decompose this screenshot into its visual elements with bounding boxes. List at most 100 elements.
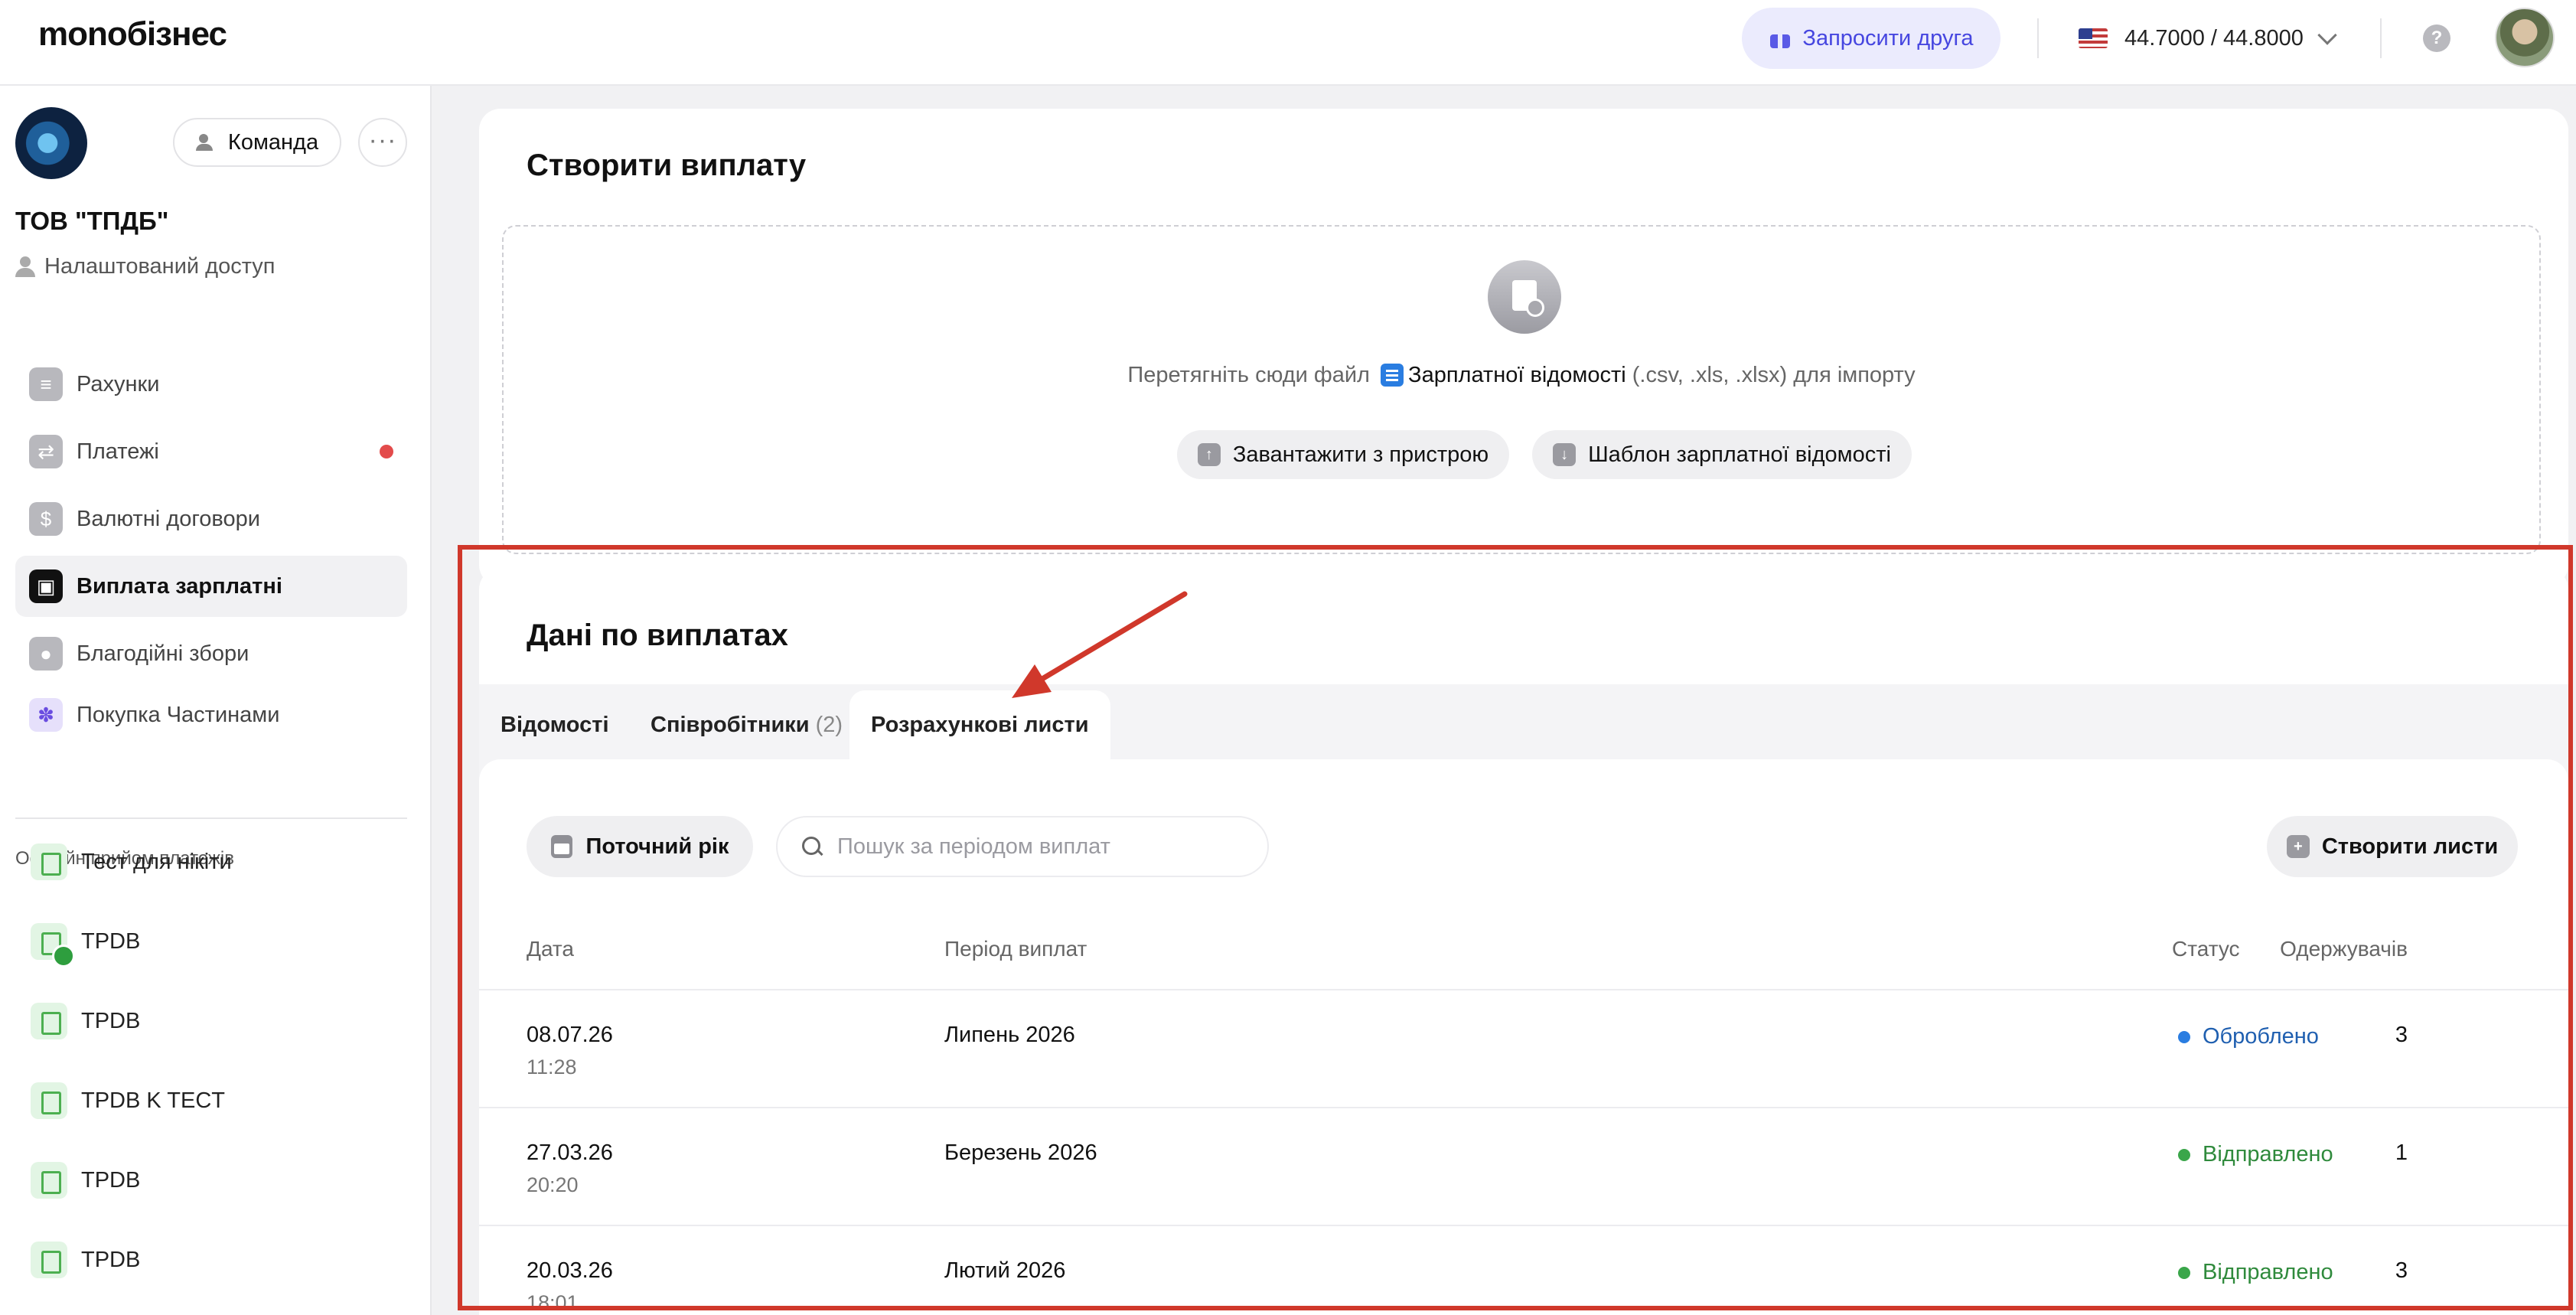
- organization-avatar[interactable]: [15, 107, 87, 179]
- create-payslips-button[interactable]: + Створити листи: [2267, 816, 2518, 877]
- monobusiness-logo[interactable]: monoбізнес: [38, 15, 227, 54]
- people-icon: [195, 134, 219, 151]
- file-upload-icon: [1488, 260, 1561, 334]
- terminal-item[interactable]: TPDB: [31, 1237, 413, 1283]
- team-button[interactable]: Команда: [173, 118, 341, 167]
- create-payslips-label: Створити листи: [2321, 834, 2499, 859]
- search-input[interactable]: [837, 834, 1235, 860]
- qr-terminal-icon: [31, 843, 67, 880]
- terminal-android-icon: [31, 923, 75, 967]
- upload-button-label: Завантажити з пристрою: [1232, 442, 1489, 467]
- sidebar-item-label: Благодійні збори: [77, 641, 249, 666]
- table-row[interactable]: 27.03.26 20:20 Березень 2026 1 Відправле…: [479, 1107, 2568, 1225]
- qr-terminal-icon: [31, 1242, 67, 1278]
- tab-employees[interactable]: Співробітники (2): [629, 690, 864, 759]
- terminal-item[interactable]: TPDB: [31, 919, 413, 967]
- upload-from-device-button[interactable]: ↑ Завантажити з пристрою: [1177, 430, 1509, 479]
- status-dot: [2178, 1266, 2190, 1279]
- download-arrow-icon: ↓: [1553, 443, 1577, 466]
- table-row[interactable]: 20.03.26 18:01 Лютий 2026 3 Відправлено: [479, 1225, 2568, 1315]
- person-settings-icon: [15, 256, 35, 278]
- column-header-date[interactable]: Дата: [527, 937, 574, 961]
- dollar-doc-icon: $: [29, 502, 63, 536]
- payslips-panel: Поточний рік + Створити листи Дата Періо…: [479, 759, 2568, 1315]
- terminal-item[interactable]: Тест для нікіти: [31, 839, 413, 885]
- calendar-icon: [550, 835, 572, 858]
- spreadsheet-icon: [1381, 364, 1404, 387]
- us-flag-icon: [2079, 28, 2108, 48]
- sidebar-item-label: Покупка Частинами: [77, 702, 280, 727]
- more-options-button[interactable]: ···: [358, 118, 407, 167]
- organization-name: ТОВ "ТПДБ": [15, 207, 169, 235]
- sidebar-item-charity[interactable]: ● Благодійні збори: [15, 623, 407, 684]
- date-value: 08.07.26: [527, 1023, 613, 1047]
- create-payout-title: Створити виплату: [527, 148, 807, 182]
- user-avatar[interactable]: [2495, 8, 2555, 67]
- help-icon[interactable]: ?: [2423, 24, 2450, 52]
- tab-label: Розрахункові листи: [871, 712, 1089, 737]
- payout-data-title: Дані по виплатах: [527, 618, 788, 652]
- search-field[interactable]: [776, 816, 1269, 877]
- sidebar-item-installments[interactable]: ✽ Покупка Частинами: [15, 684, 407, 746]
- terminal-item[interactable]: TPDB: [31, 998, 413, 1044]
- table-row[interactable]: 08.07.26 11:28 Липень 2026 3 Оброблено: [479, 989, 2568, 1107]
- team-label: Команда: [227, 129, 319, 155]
- status-label: Відправлено: [2203, 1142, 2333, 1167]
- status-label: Відправлено: [2203, 1260, 2333, 1284]
- terminal-label: Тест для нікіти: [81, 849, 232, 874]
- sidebar-item-currency-contracts[interactable]: $ Валютні договори: [15, 488, 407, 550]
- sidebar-item-payments[interactable]: ⇄ Платежі: [15, 421, 407, 482]
- currency-rates-dropdown[interactable]: 44.7000 / 44.8000: [2079, 18, 2337, 58]
- sidebar-item-label: Виплата зарплатні: [77, 573, 282, 599]
- terminal-label: TPDB: [81, 928, 141, 954]
- terminal-item[interactable]: TPDB K TECT: [31, 1078, 413, 1124]
- divider: [2037, 18, 2039, 58]
- period-cell: Березень 2026: [944, 1140, 1097, 1165]
- column-header-period[interactable]: Період виплат: [944, 937, 1087, 961]
- sidebar-item-accounts[interactable]: ≡ Рахунки: [15, 354, 407, 415]
- tab-count: (2): [815, 712, 843, 737]
- tab-payslips[interactable]: Розрахункові листи: [849, 690, 1110, 759]
- drop-text-suffix: (.csv, .xls, .xlsx) для імпорту: [1632, 363, 1916, 387]
- time-value: 20:20: [527, 1173, 579, 1196]
- column-header-status[interactable]: Статус: [2172, 937, 2240, 961]
- wallet-icon: ▣: [29, 569, 63, 603]
- tab-label: Відомості: [501, 712, 609, 737]
- paw-icon: ✽: [29, 698, 63, 732]
- qr-terminal-icon: [31, 1162, 67, 1199]
- terminal-label: TPDB: [81, 1167, 141, 1193]
- file-dropzone[interactable]: Перетягніть сюди файл Зарплатної відомос…: [502, 225, 2541, 554]
- period-cell: Липень 2026: [944, 1023, 1075, 1047]
- search-icon: [801, 835, 823, 858]
- sidebar: Команда ··· ТОВ "ТПДБ" Налаштований дост…: [0, 86, 432, 1315]
- status-label: Оброблено: [2203, 1024, 2319, 1049]
- terminal-item[interactable]: TPDB: [31, 1157, 413, 1203]
- sidebar-item-label: Рахунки: [77, 371, 160, 396]
- download-template-button[interactable]: ↓ Шаблон зарплатної відомості: [1532, 430, 1912, 479]
- tab-label: Співробітники: [651, 712, 810, 737]
- sidebar-item-label: Платежі: [77, 439, 159, 464]
- payout-data-card: Дані по виплатах Відомості Співробітники…: [479, 568, 2568, 1315]
- status-badge: Відправлено: [2178, 1142, 2333, 1167]
- gift-icon: [1769, 27, 1792, 50]
- period-filter-button[interactable]: Поточний рік: [527, 816, 753, 877]
- terminal-label: TPDB: [81, 1247, 141, 1272]
- invite-friend-button[interactable]: Запросити друга: [1742, 8, 2000, 69]
- drop-text-file-type: Зарплатної відомості: [1408, 363, 1626, 387]
- status-dot: [2178, 1030, 2190, 1043]
- access-settings-link[interactable]: Налаштований доступ: [15, 254, 276, 279]
- period-cell: Лютий 2026: [944, 1258, 1066, 1283]
- template-button-label: Шаблон зарплатної відомості: [1588, 442, 1891, 467]
- sidebar-item-salary-payout[interactable]: ▣ Виплата зарплатні: [15, 556, 407, 617]
- date-cell: 20.03.26 18:01: [527, 1258, 613, 1315]
- date-cell: 08.07.26 11:28: [527, 1023, 613, 1079]
- currency-rates-value: 44.7000 / 44.8000: [2124, 25, 2304, 51]
- drop-text-prefix: Перетягніть сюди файл: [1127, 363, 1370, 387]
- date-value: 27.03.26: [527, 1140, 613, 1165]
- period-filter-label: Поточний рік: [585, 834, 729, 859]
- invite-friend-label: Запросити друга: [1802, 25, 1974, 51]
- tab-statements[interactable]: Відомості: [479, 690, 631, 759]
- terminal-label: TPDB K TECT: [81, 1088, 225, 1113]
- transfer-icon: ⇄: [29, 435, 63, 468]
- time-value: 11:28: [527, 1056, 577, 1078]
